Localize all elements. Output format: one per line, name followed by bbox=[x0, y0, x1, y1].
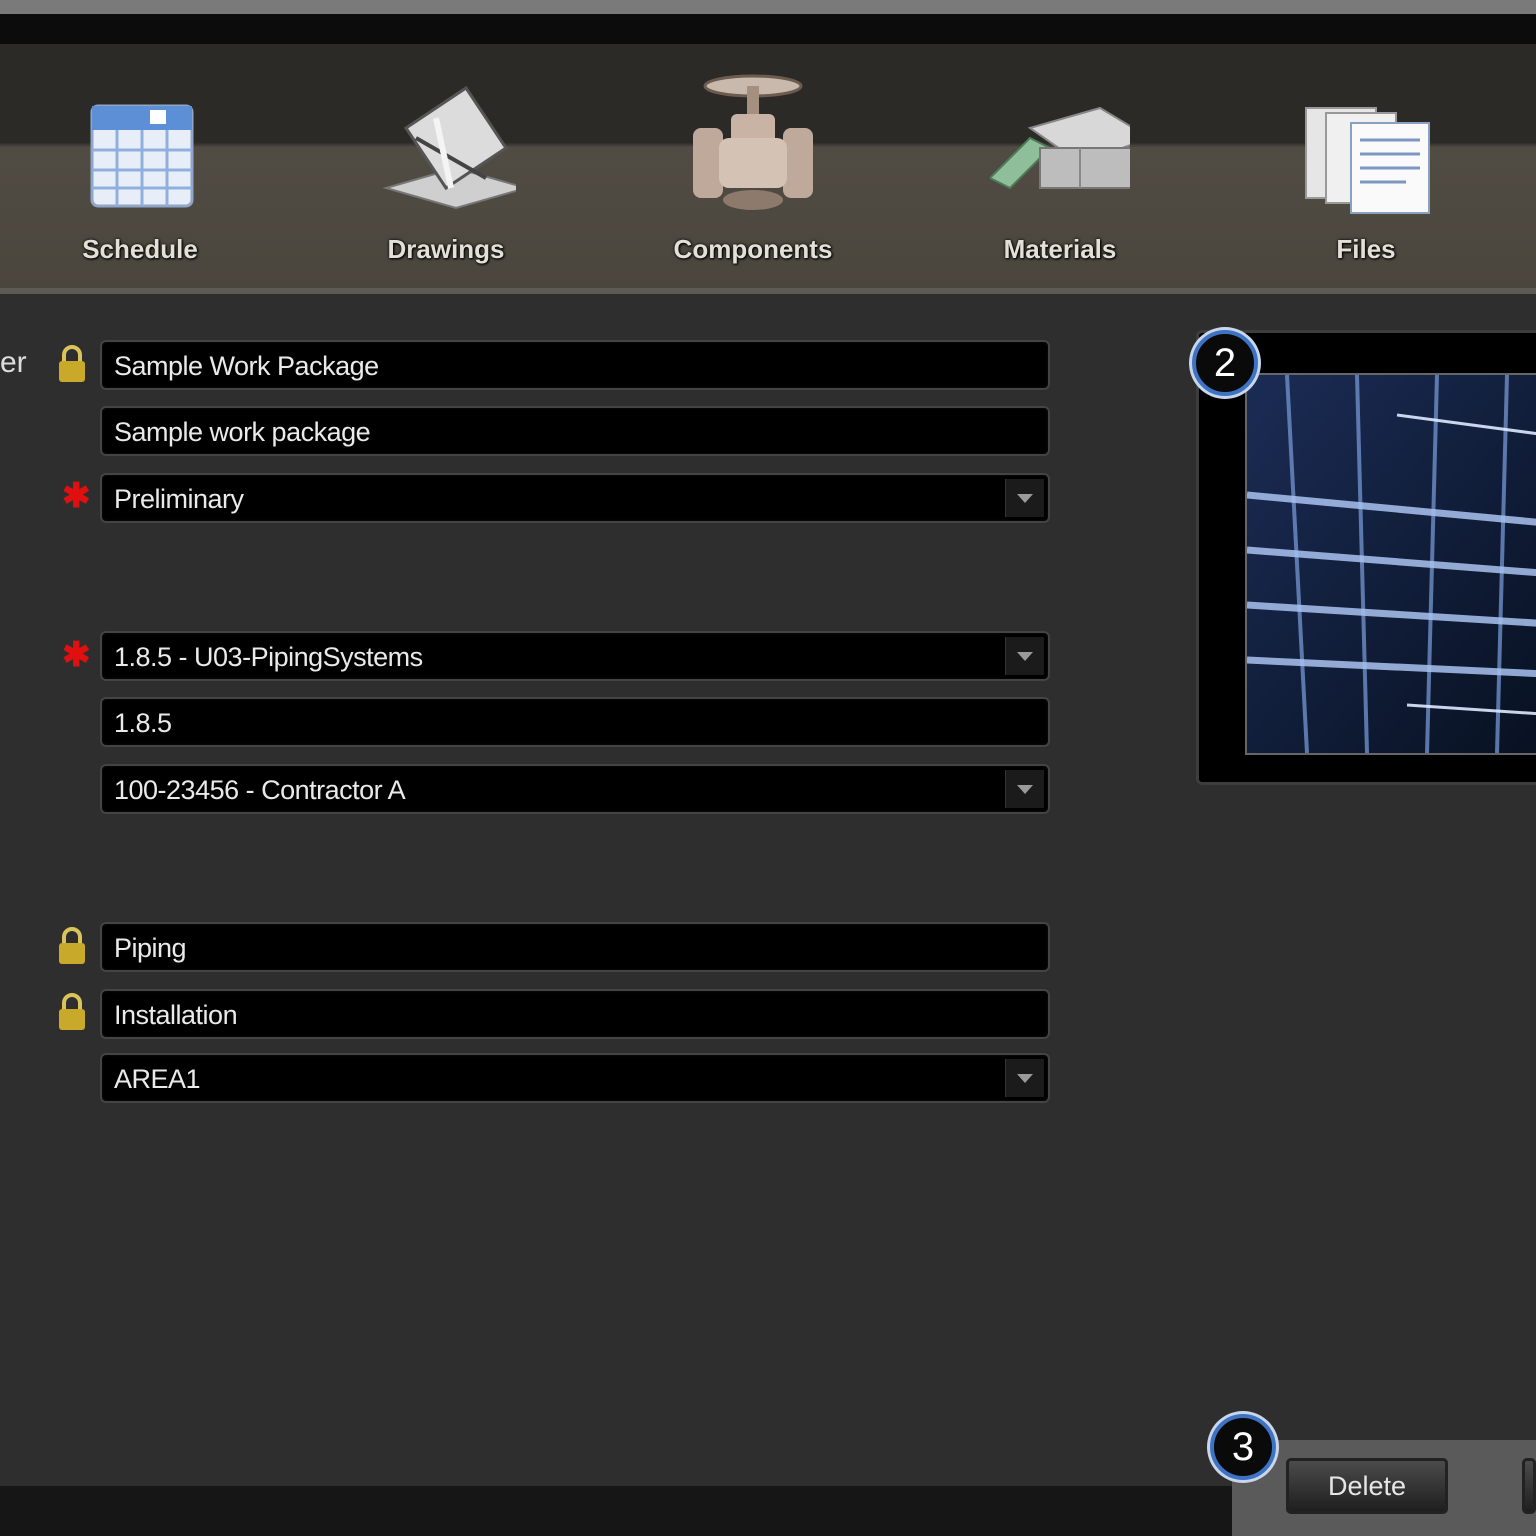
lock-icon bbox=[59, 345, 85, 382]
callout-badge-3: 3 bbox=[1210, 1414, 1276, 1480]
contractor-dropdown[interactable]: 100-23456 - Contractor A bbox=[100, 764, 1050, 814]
next-action-button[interactable] bbox=[1522, 1458, 1536, 1514]
description-field[interactable]: Sample work package bbox=[100, 406, 1050, 456]
beam-icon bbox=[990, 106, 1130, 190]
status-dropdown-value: Preliminary bbox=[114, 484, 244, 514]
plant-preview-image bbox=[1245, 373, 1536, 755]
callout-badge-2: 2 bbox=[1192, 330, 1258, 396]
lock-icon bbox=[59, 993, 85, 1030]
toolbar-divider bbox=[0, 288, 1536, 294]
window-top-strip bbox=[0, 0, 1536, 14]
area-dropdown-value: AREA1 bbox=[114, 1064, 201, 1094]
image-preview-panel[interactable] bbox=[1196, 330, 1536, 785]
toolbar-files-button[interactable]: Files bbox=[1256, 58, 1476, 278]
toolbar-drawings-button[interactable]: Drawings bbox=[336, 58, 556, 278]
toolbar-schedule-label: Schedule bbox=[82, 234, 198, 264]
system-dropdown[interactable]: 1.8.5 - U03-PipingSystems bbox=[100, 631, 1050, 681]
name-field[interactable]: Sample Work Package bbox=[100, 340, 1050, 390]
contractor-dropdown-value: 100-23456 - Contractor A bbox=[114, 775, 406, 805]
files-icon bbox=[1305, 107, 1430, 214]
discipline-field[interactable]: Piping bbox=[100, 922, 1050, 972]
toolbar-drawings-label: Drawings bbox=[387, 234, 505, 264]
toolbar-schedule-button[interactable]: Schedule bbox=[30, 58, 250, 278]
toolbar-components-label: Components bbox=[673, 234, 833, 264]
discipline-field-value: Piping bbox=[114, 933, 187, 963]
toolbar-components-button[interactable]: Components bbox=[643, 58, 863, 278]
wbs-field[interactable]: 1.8.5 bbox=[100, 697, 1050, 747]
toolbar-files-label: Files bbox=[1336, 234, 1396, 264]
toolbar-materials-label: Materials bbox=[1003, 234, 1117, 264]
chevron-down-icon[interactable] bbox=[1005, 1059, 1044, 1097]
system-dropdown-value: 1.8.5 - U03-PipingSystems bbox=[114, 642, 423, 672]
work-type-field-value: Installation bbox=[114, 1000, 238, 1030]
calendar-icon bbox=[90, 104, 194, 208]
name-field-value: Sample Work Package bbox=[114, 351, 379, 381]
toolbar-materials-button[interactable]: Materials bbox=[950, 58, 1170, 278]
name-field-label: er bbox=[0, 346, 27, 379]
area-dropdown[interactable]: AREA1 bbox=[100, 1053, 1050, 1103]
status-bar bbox=[0, 1486, 1240, 1536]
wbs-field-value: 1.8.5 bbox=[114, 708, 172, 738]
valve-icon bbox=[693, 74, 813, 210]
description-field-value: Sample work package bbox=[114, 417, 371, 447]
required-asterisk-icon: ✱ bbox=[62, 636, 91, 674]
lock-icon bbox=[59, 927, 85, 964]
chevron-down-icon[interactable] bbox=[1005, 637, 1044, 675]
drawing-icon bbox=[382, 85, 516, 210]
required-asterisk-icon: ✱ bbox=[62, 477, 91, 515]
title-bar bbox=[0, 14, 1536, 44]
chevron-down-icon[interactable] bbox=[1005, 479, 1044, 517]
work-type-field[interactable]: Installation bbox=[100, 989, 1050, 1039]
status-dropdown[interactable]: Preliminary bbox=[100, 473, 1050, 523]
delete-button[interactable]: Delete bbox=[1286, 1458, 1448, 1514]
chevron-down-icon[interactable] bbox=[1005, 770, 1044, 808]
